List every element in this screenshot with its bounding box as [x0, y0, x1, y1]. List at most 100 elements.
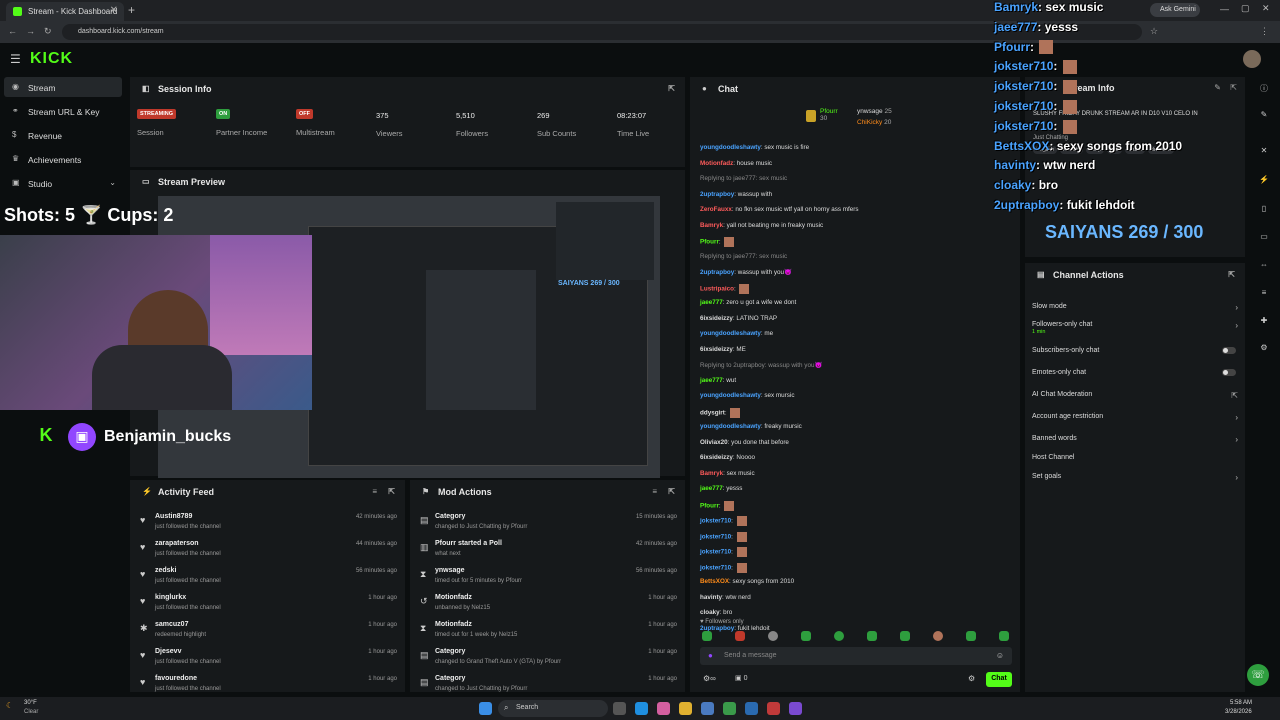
- url-field[interactable]: dashboard.kick.com/stream: [62, 24, 1142, 40]
- copilot-icon[interactable]: [657, 702, 670, 715]
- windows-start-icon[interactable]: [479, 702, 492, 715]
- pages-icon[interactable]: ▯: [1257, 204, 1271, 218]
- minimize-icon[interactable]: —: [1220, 4, 1229, 14]
- mic-icon[interactable]: ●: [708, 651, 713, 660]
- expand-icon[interactable]: ⇔: [1257, 260, 1271, 274]
- bookmark-star-icon[interactable]: ☆: [1150, 26, 1158, 37]
- channel-action-set-goals[interactable]: Set goals ›: [1032, 473, 1238, 482]
- top-user-3[interactable]: ChiKicky 20: [857, 119, 891, 126]
- feed-name[interactable]: Motionfadz: [435, 594, 472, 601]
- feed-name[interactable]: Djesevv: [155, 648, 181, 655]
- sidebar-item-studio[interactable]: ▣ Studio ⌄: [4, 173, 122, 193]
- info-icon[interactable]: ⓘ: [1257, 83, 1271, 97]
- chat-message-input[interactable]: ● Send a message ☺: [700, 647, 1012, 665]
- chat-username[interactable]: 6ixsideizzy: [700, 454, 733, 461]
- chat-username[interactable]: ZeroFauxx: [700, 206, 732, 213]
- reload-icon[interactable]: ↻: [44, 26, 52, 37]
- channel-action-account-age[interactable]: Account age restriction ›: [1032, 413, 1238, 422]
- popout-icon[interactable]: ⇱: [388, 487, 395, 496]
- file-explorer-icon[interactable]: [679, 702, 692, 715]
- channel-action-slow-mode[interactable]: Slow mode ›: [1032, 303, 1238, 312]
- wrench-icon[interactable]: ✚: [1257, 316, 1271, 330]
- chat-username[interactable]: Lustripaico: [700, 285, 734, 292]
- edge-icon[interactable]: [635, 702, 648, 715]
- close-window-icon[interactable]: ✕: [1262, 3, 1270, 14]
- channel-action-emotes-only[interactable]: Emotes-only chat: [1032, 369, 1238, 376]
- feed-name[interactable]: Motionfadz: [435, 621, 472, 628]
- hamburger-menu-icon[interactable]: ☰: [10, 52, 21, 66]
- obs-icon[interactable]: [767, 702, 780, 715]
- feed-name[interactable]: ynwsage: [435, 567, 465, 574]
- channel-action-followers-only[interactable]: Followers-only chat 1 min ›: [1032, 321, 1238, 335]
- taskbar-search[interactable]: ⌕ Search: [498, 700, 608, 717]
- clock-time[interactable]: 5:58 AM: [1230, 700, 1252, 706]
- chat-username[interactable]: jokster710: [700, 518, 731, 525]
- user-avatar[interactable]: [1243, 50, 1261, 68]
- chat-username[interactable]: cloaky: [700, 609, 720, 616]
- chat-username[interactable]: 6ixsideizzy: [700, 346, 733, 353]
- chat-username[interactable]: youngdoodleshawty: [700, 423, 761, 430]
- bolt-icon[interactable]: ⚡: [1257, 175, 1271, 189]
- browser-menu-icon[interactable]: ⋮: [1260, 26, 1269, 37]
- sidebar-item-stream-url[interactable]: ⚭ Stream URL & Key: [4, 101, 122, 121]
- send-chat-button[interactable]: Chat: [986, 672, 1012, 687]
- emote-icon[interactable]: [999, 631, 1009, 641]
- chat-username[interactable]: ddysgirt: [700, 409, 725, 416]
- sidebar-item-achievements[interactable]: ♛ Achievements: [4, 149, 122, 169]
- chat-username[interactable]: Oliviax20: [700, 439, 728, 446]
- feed-name[interactable]: favouredone: [155, 675, 197, 682]
- forward-icon[interactable]: →: [26, 26, 35, 36]
- emote-icon[interactable]: [933, 631, 943, 641]
- chat-username[interactable]: 2uptrapboy: [700, 269, 734, 276]
- chat-username[interactable]: youngdoodleshawty: [700, 392, 761, 399]
- sidebar-item-stream[interactable]: ◉ Stream: [4, 77, 122, 97]
- chat-username[interactable]: jokster710: [700, 564, 731, 571]
- emoji-icon[interactable]: ☺: [996, 651, 1004, 660]
- feed-name[interactable]: samcuz07: [155, 621, 188, 628]
- emote-icon[interactable]: [900, 631, 910, 641]
- chat-settings-gear-icon[interactable]: ⚙: [968, 674, 975, 683]
- emote-icon[interactable]: [834, 631, 844, 641]
- settings-app-icon[interactable]: [701, 702, 714, 715]
- feed-name[interactable]: kinglurkx: [155, 594, 186, 601]
- weather-temp[interactable]: 30°F: [24, 700, 37, 706]
- feed-name[interactable]: Austin8789: [155, 513, 192, 520]
- chat-username[interactable]: youngdoodleshawty: [700, 330, 761, 337]
- edit-pencil-icon[interactable]: ✎: [1214, 83, 1221, 92]
- channel-action-ai-moderation[interactable]: AI Chat Moderation ⇱: [1032, 391, 1238, 400]
- emote-icon[interactable]: [768, 631, 778, 641]
- popout-icon[interactable]: ⇱: [668, 487, 675, 496]
- chat-username[interactable]: jaee777: [700, 299, 723, 306]
- chat-username[interactable]: Bamryk: [700, 222, 723, 229]
- chat-username[interactable]: Motionfadz: [700, 160, 733, 167]
- chat-username[interactable]: Bamryk: [700, 470, 723, 477]
- discord-icon[interactable]: [789, 702, 802, 715]
- maximize-icon[interactable]: ▢: [1241, 3, 1250, 14]
- viewer-chat-settings-icon[interactable]: ⚙∞: [703, 674, 716, 683]
- chat-username[interactable]: jaee777: [700, 377, 723, 384]
- popout-icon[interactable]: ⇱: [1228, 270, 1235, 279]
- chat-username[interactable]: 2uptrapboy: [700, 191, 734, 198]
- list-icon[interactable]: ≡: [1257, 288, 1271, 302]
- chat-username[interactable]: BettsXOX: [700, 578, 729, 585]
- chat-icon[interactable]: ▭: [1257, 232, 1271, 246]
- kick-logo[interactable]: KICK: [30, 50, 73, 68]
- chat-username[interactable]: Pfourr: [700, 239, 719, 246]
- emote-icon[interactable]: [867, 631, 877, 641]
- top-user-1[interactable]: Pfourr 30: [820, 108, 838, 122]
- back-icon[interactable]: ←: [8, 26, 17, 36]
- ask-gemini-button[interactable]: Ask Gemini: [1150, 3, 1200, 17]
- gear-icon[interactable]: ⚙: [1257, 343, 1271, 357]
- close-icon[interactable]: ✕: [1257, 146, 1271, 160]
- chat-username[interactable]: Pfourr: [700, 502, 719, 509]
- top-user-2[interactable]: ynwsage 25: [857, 108, 892, 115]
- filter-icon[interactable]: ≡: [372, 487, 377, 496]
- help-chat-button[interactable]: ☏: [1247, 664, 1269, 686]
- chat-username[interactable]: jaee777: [700, 485, 723, 492]
- chat-username[interactable]: jokster710: [700, 533, 731, 540]
- popout-icon[interactable]: ⇱: [1230, 83, 1237, 92]
- new-tab-icon[interactable]: +: [128, 3, 135, 17]
- emote-icon[interactable]: [702, 631, 712, 641]
- close-tab-icon[interactable]: ✕: [110, 5, 118, 16]
- channel-action-subscribers-only[interactable]: Subscribers-only chat: [1032, 347, 1238, 354]
